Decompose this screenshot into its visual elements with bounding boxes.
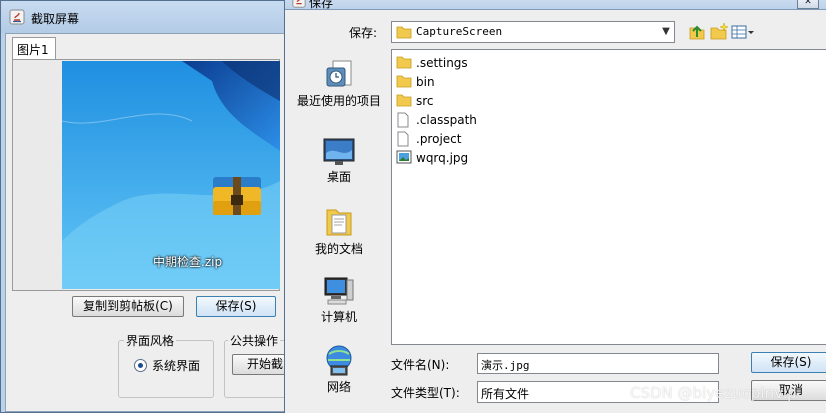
place-label-network: 网络	[326, 380, 351, 394]
place-label-desktop: 桌面	[326, 170, 351, 184]
folder-icon	[396, 75, 412, 88]
file-name: src	[416, 94, 434, 108]
system-style-radio-label[interactable]: 系统界面	[152, 357, 200, 374]
capture-window-title: 截取屏幕	[31, 12, 80, 26]
computer-icon	[324, 277, 354, 305]
documents-icon	[326, 209, 352, 236]
save-dialog-title: 保存	[309, 0, 334, 10]
java-app-icon	[9, 9, 25, 25]
network-icon	[326, 345, 352, 376]
common-actions-label: 公共操作	[228, 332, 281, 349]
file-name: wqrq.jpg	[416, 151, 469, 165]
new-folder-icon[interactable]	[709, 22, 729, 42]
folder-icon	[396, 56, 412, 69]
file-name: .project	[416, 132, 462, 146]
zip-archive-icon[interactable]	[213, 177, 261, 215]
file-icon	[397, 131, 409, 147]
file-name: .classpath	[416, 113, 477, 127]
place-desktop[interactable]: 桌面	[297, 138, 381, 184]
save-button[interactable]: 保存(S)	[196, 296, 276, 317]
chevron-down-icon[interactable]: ▼	[658, 23, 674, 41]
zip-file-label: 中期检查.zip	[153, 255, 223, 269]
capture-window-client: 图片1 中期检查.zip 复制到剪帖板(C) 保存(S) 界面风格 系统界面 公…	[5, 33, 298, 412]
file-icon	[397, 112, 409, 128]
image-file-icon	[396, 150, 412, 164]
location-dropdown[interactable]: CaptureScreen ▼	[391, 21, 675, 43]
capture-window-titlebar[interactable]: 截取屏幕	[1, 1, 287, 33]
tab-picture-1[interactable]: 图片1	[12, 37, 56, 59]
place-label-documents: 我的文档	[314, 242, 363, 256]
interface-style-label: 界面风格	[124, 332, 177, 349]
place-documents[interactable]: 我的文档	[297, 206, 381, 256]
close-icon[interactable]: ✕	[797, 0, 819, 9]
location-value: CaptureScreen	[416, 25, 503, 38]
recent-items-icon	[326, 60, 352, 87]
desktop-icon	[323, 138, 355, 165]
system-style-radio[interactable]	[134, 359, 147, 372]
file-name: .settings	[416, 56, 468, 70]
folder-icon	[396, 26, 412, 39]
copy-to-clipboard-button[interactable]: 复制到剪帖板(C)	[72, 296, 184, 317]
file-name: bin	[416, 75, 435, 89]
file-type-label: 文件类型(T):	[391, 386, 460, 400]
place-computer[interactable]: 计算机	[297, 276, 381, 324]
view-menu-icon[interactable]	[731, 22, 755, 42]
screenshot-panel: 中期检查.zip	[12, 59, 280, 291]
java-app-icon	[292, 0, 306, 8]
dialog-save-button[interactable]: 保存(S)	[751, 352, 826, 373]
radio-selected-dot	[138, 363, 143, 368]
place-label-recent: 最近使用的项目	[297, 94, 382, 108]
place-label-computer: 计算机	[320, 310, 357, 324]
folder-icon	[396, 94, 412, 107]
file-list[interactable]: .settings bin src .classpath .project wq…	[391, 49, 826, 345]
place-network[interactable]: 网络	[297, 344, 381, 394]
file-name-label: 文件名(N):	[391, 358, 450, 372]
watermark: CSDN @biyezuopinvip	[630, 384, 797, 402]
save-dialog: 保存 ✕ 保存: CaptureScreen ▼ 最近使用的项目 桌面 我的文档…	[284, 0, 826, 413]
save-in-label: 保存:	[349, 26, 378, 40]
up-one-level-icon[interactable]	[687, 22, 707, 42]
capture-window: 截取屏幕 图片1 中期检查.zip 复制到剪帖板(C) 保存(S) 界面风格 系…	[0, 0, 298, 413]
file-name-input[interactable]: 演示.jpg	[477, 353, 719, 374]
save-dialog-titlebar[interactable]: 保存 ✕	[285, 0, 826, 10]
place-recent-items[interactable]: 最近使用的项目	[297, 58, 381, 108]
